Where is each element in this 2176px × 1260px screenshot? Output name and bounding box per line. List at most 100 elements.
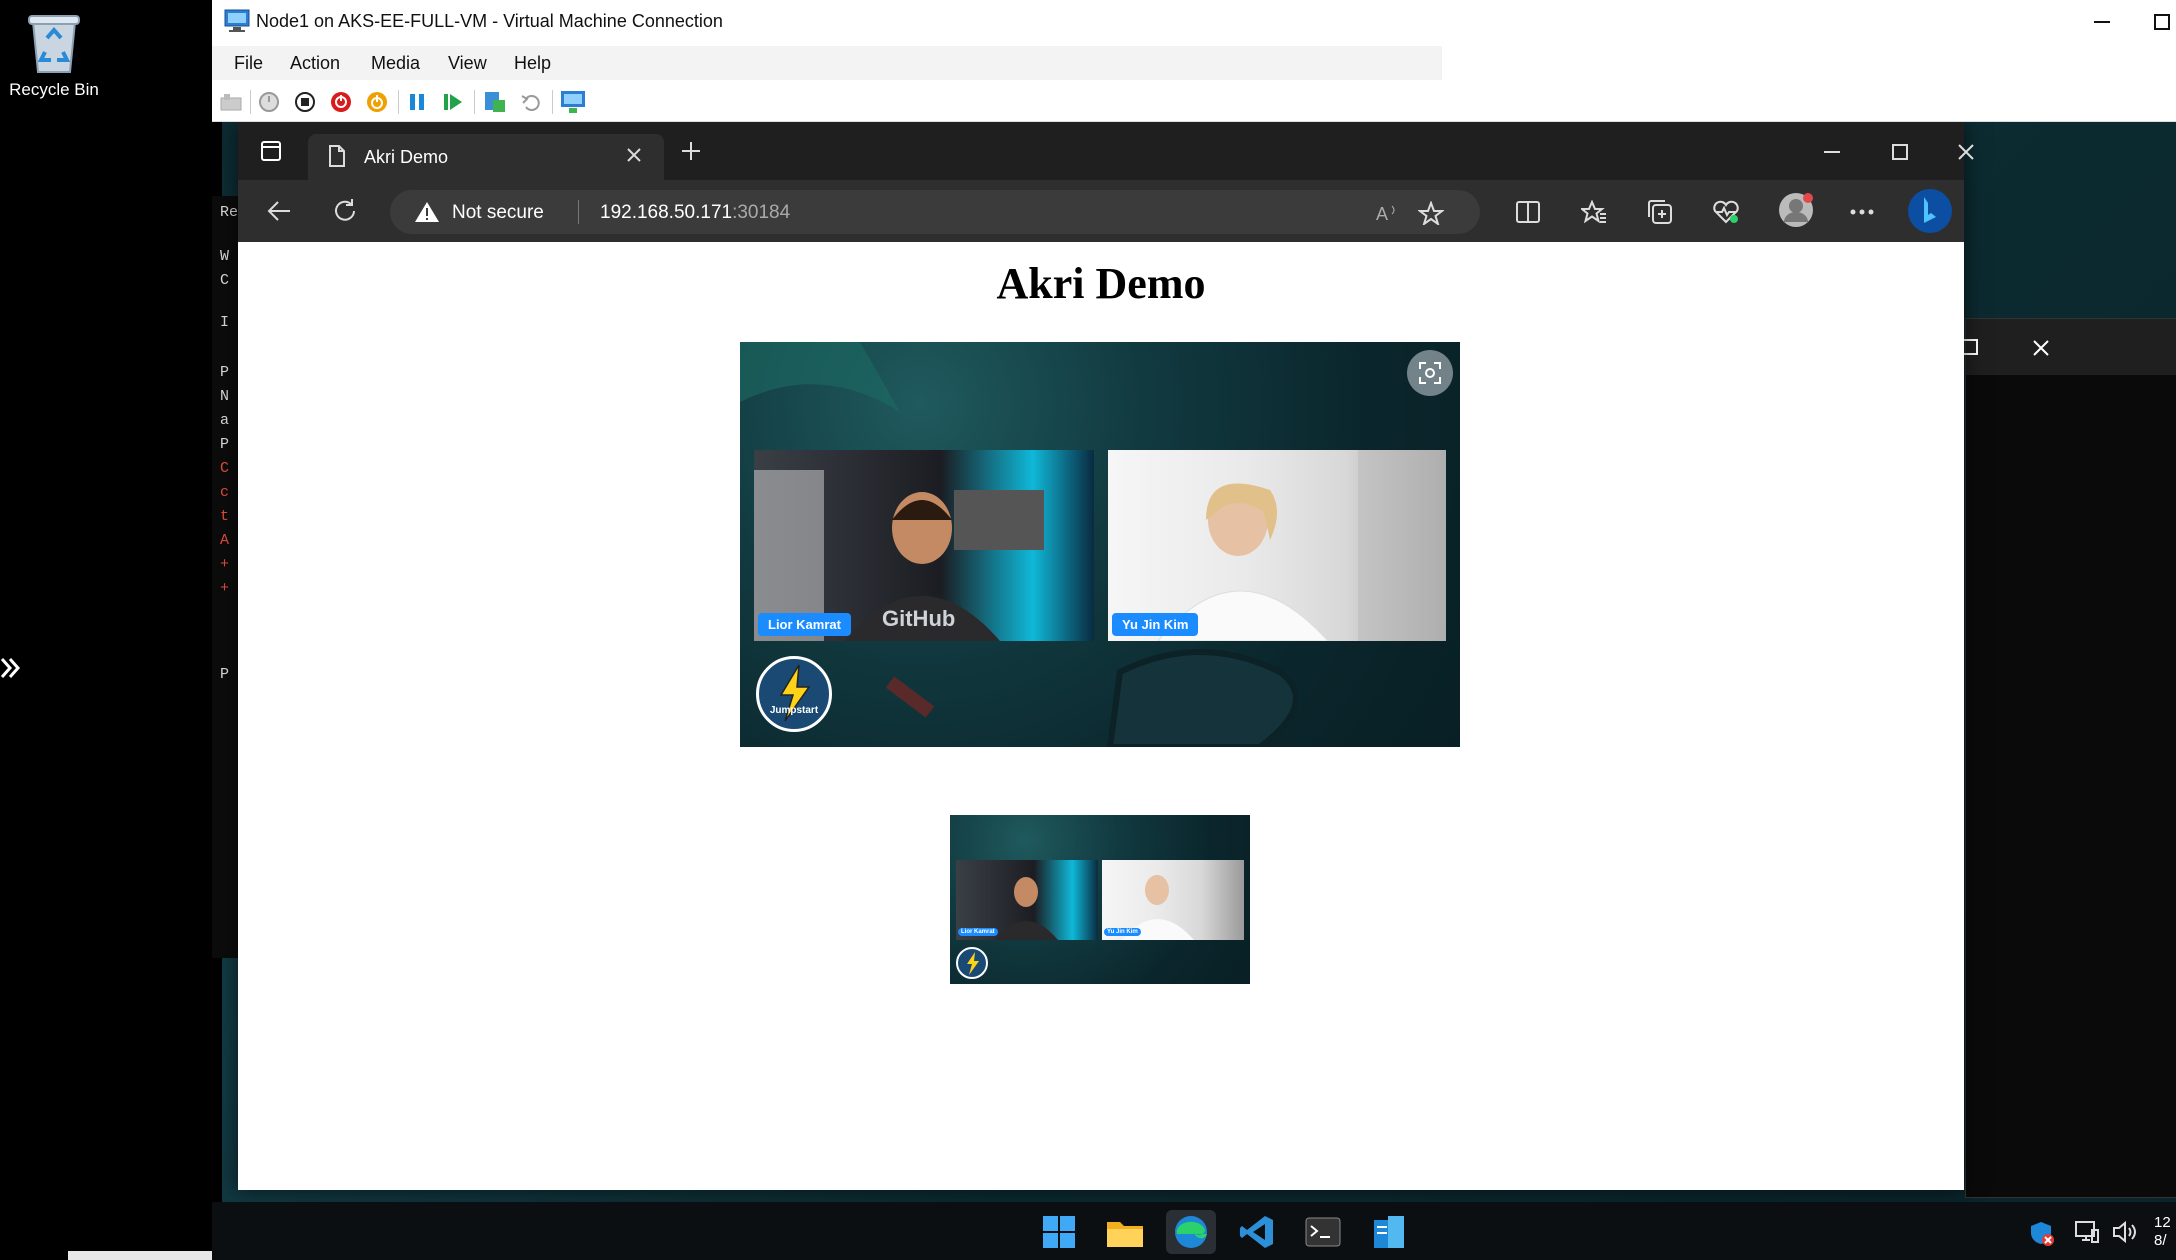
console-line: c [220,484,230,501]
page-icon [329,145,345,167]
minimize-button[interactable] [2082,10,2122,34]
close-tab-icon[interactable] [626,147,642,163]
edge-icon[interactable] [1166,1210,1216,1254]
checkpoint-button[interactable] [482,89,508,115]
security-icon[interactable] [2028,1220,2054,1246]
browser-minimize-button[interactable] [1820,140,1844,164]
expand-panel-icon[interactable] [0,653,22,688]
profile-avatar[interactable] [1778,192,1814,228]
start-icon[interactable] [1034,1210,1084,1254]
page-content: Akri Demo GitHub Lior Kamrat Yu Jin Kim … [238,242,1964,1190]
collections-icon[interactable] [1646,198,1674,226]
thumb-name-tag-2: Yu Jin Kim [1104,928,1141,936]
jumpstart-logo: Jumpstart [756,656,832,732]
menu-view[interactable]: View [448,53,487,74]
pause-icon [410,94,424,110]
console-line: t [220,508,230,525]
enhanced-session-icon [561,91,585,113]
tab-akri-demo[interactable]: Akri Demo [308,134,664,180]
turn-off-icon [295,92,315,112]
shirt-brand: GitHub [882,606,956,631]
ctrl-alt-del-button[interactable] [218,89,244,115]
edge-browser-window: Akri Demo Not secure 192.168.50.171:3018… [238,122,1974,1190]
thumb-jumpstart-logo [956,947,988,979]
recycle-bin-icon [28,15,80,73]
refresh-icon[interactable] [332,198,358,224]
url-host: 192.168.50.171 [600,202,733,223]
maximize-button[interactable] [2147,10,2176,34]
bing-copilot-icon[interactable] [1906,187,1954,235]
server-manager-icon[interactable] [1364,1210,1414,1254]
more-options-icon[interactable] [1848,198,1876,226]
maximize-icon[interactable] [1962,339,1978,355]
read-aloud-icon[interactable]: A [1374,202,1400,224]
save-icon [367,92,387,112]
tab-title: Akri Demo [364,147,449,167]
screenshot-icon[interactable] [1407,350,1453,396]
vm-menubar: File Action Media View Help [212,44,2176,82]
add-favorite-icon[interactable] [1418,201,1444,225]
vscode-icon[interactable] [1232,1210,1282,1254]
address-bar[interactable]: Not secure 192.168.50.171:30184 A [390,190,1480,234]
menu-media[interactable]: Media [371,53,420,74]
name-tag-participant-1: Lior Kamrat [758,613,851,636]
turn-off-button[interactable] [292,89,318,115]
not-secure-label[interactable]: Not secure [452,202,544,224]
menu-help[interactable]: Help [514,53,551,74]
console-line: A [220,532,230,549]
thumb-participant-tile-2: Yu Jin Kim [1102,860,1244,940]
tab-actions-icon[interactable] [260,140,282,167]
new-tab-icon[interactable] [680,140,702,162]
enhanced-session-button[interactable] [560,89,586,115]
vm-title: Node1 on AKS-EE-FULL-VM - Virtual Machin… [256,11,723,31]
clock[interactable]: 12 8/ [2154,1214,2171,1250]
participant-tile-1: GitHub Lior Kamrat [754,450,1094,641]
vm-connection-window: Node1 on AKS-EE-FULL-VM - Virtual Machin… [212,0,2176,1260]
guest-desktop[interactable]: Re W C I P N a P C c t A + + P Akri Demo… [212,122,2176,1260]
close-icon[interactable] [2032,339,2050,357]
participant-tile-2: Yu Jin Kim [1108,450,1446,641]
split-screen-icon[interactable] [1514,198,1542,226]
console-line: P [220,436,230,453]
save-button[interactable] [364,89,390,115]
video-stream-thumbnail[interactable]: Lior Kamrat Yu Jin Kim [950,815,1250,984]
guest-console-window[interactable]: Re W C I P N a P C c t A + + P [212,196,240,958]
browser-close-button[interactable] [1954,140,1978,164]
shutdown-button[interactable] [328,89,354,115]
recycle-bin[interactable]: Recycle Bin [6,8,102,100]
background-window[interactable] [1962,318,2176,1198]
start-button[interactable] [256,89,282,115]
menu-action[interactable]: Action [290,53,340,74]
console-line: I [220,314,230,331]
checkpoint-icon [485,92,505,112]
console-line: Re [220,204,239,221]
pause-button[interactable] [404,89,430,115]
url-text[interactable]: 192.168.50.171:30184 [600,202,790,224]
resume-button[interactable] [440,89,466,115]
svg-text:A: A [1376,204,1388,224]
network-icon[interactable] [2074,1220,2100,1244]
back-icon[interactable] [266,198,292,224]
start-icon [259,92,279,112]
resume-icon [444,94,462,110]
clock-time: 12 [2154,1214,2171,1231]
host-desktop: Recycle Bin [0,0,584,1260]
menu-file[interactable]: File [234,53,263,74]
vm-titlebar: Node1 on AKS-EE-FULL-VM - Virtual Machin… [212,0,2176,44]
revert-button[interactable] [518,89,544,115]
console-line: a [220,412,230,429]
url-port: :30184 [732,202,791,223]
volume-icon[interactable] [2112,1220,2138,1244]
warning-icon[interactable] [414,201,440,223]
browser-essentials-icon[interactable] [1712,198,1740,226]
ctrl-alt-del-icon [220,94,242,111]
guest-taskbar: 12 8/ [212,1202,2176,1260]
terminal-icon[interactable] [1298,1210,1348,1254]
file-explorer-icon[interactable] [1100,1210,1150,1254]
thumb-name-tag-1: Lior Kamrat [958,928,998,936]
video-stream-main[interactable]: GitHub Lior Kamrat Yu Jin Kim Jumpstart [740,342,1460,747]
favorites-icon[interactable] [1580,198,1608,226]
browser-maximize-button[interactable] [1888,140,1912,164]
console-line: N [220,388,230,405]
console-line: C [220,460,230,477]
